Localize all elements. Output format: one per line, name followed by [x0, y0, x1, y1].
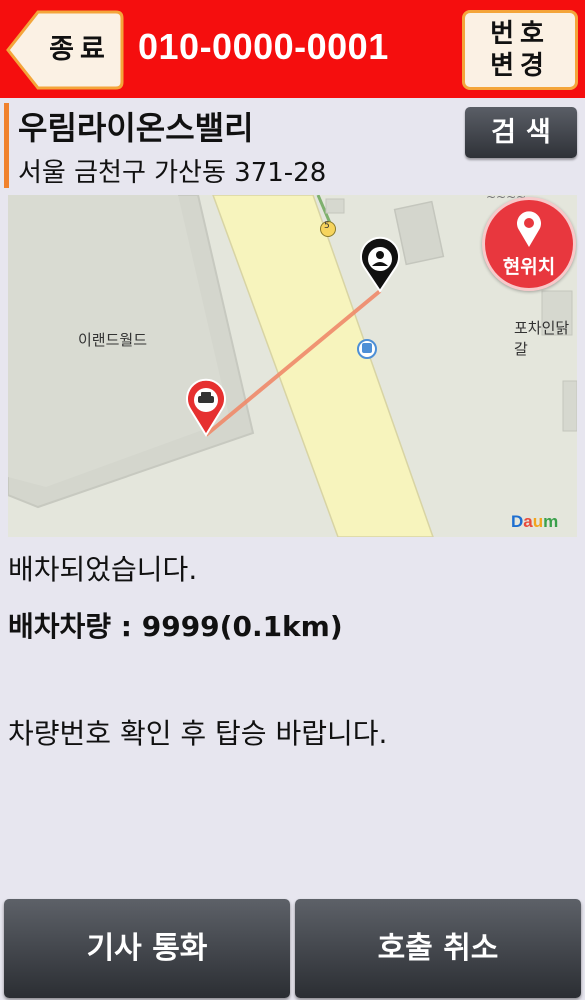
header-bar: 종료 010-0000-0001 번호 변경 — [0, 0, 585, 98]
current-location-button[interactable]: 현위치 — [482, 197, 576, 291]
change-number-button[interactable]: 번호 변경 — [462, 10, 578, 90]
change-number-label-line1: 번호 — [490, 19, 550, 49]
exit-button[interactable]: 종료 — [6, 10, 124, 90]
dispatch-status-text: 배차되었습니다. — [8, 553, 198, 586]
map-poi-label: 포차인닭갈 — [514, 319, 570, 358]
road-number-label: 5 — [324, 221, 330, 231]
dispatched-vehicle-text: 배차차량 : 9999(0.1km) — [8, 610, 343, 643]
location-pin-icon — [517, 211, 541, 247]
search-button[interactable]: 검색 — [465, 107, 577, 158]
call-driver-button[interactable]: 기사 통화 — [4, 899, 290, 998]
phone-number: 010-0000-0001 — [138, 26, 389, 67]
boarding-instruction-text: 차량번호 확인 후 탑승 바랍니다. — [8, 717, 388, 750]
exit-label: 종료 — [49, 34, 111, 65]
address-accent-bar — [4, 103, 9, 188]
current-location-label: 현위치 — [502, 256, 556, 278]
change-number-label-line2: 변경 — [490, 51, 550, 81]
cancel-call-button[interactable]: 호출 취소 — [295, 899, 581, 998]
svg-text:Daum: Daum — [511, 512, 558, 531]
place-name: 우림라이온스밸리 — [18, 109, 254, 147]
place-address: 서울 금천구 가산동 371-28 — [18, 158, 327, 188]
map-poi-label: 이랜드월드 — [78, 331, 148, 349]
